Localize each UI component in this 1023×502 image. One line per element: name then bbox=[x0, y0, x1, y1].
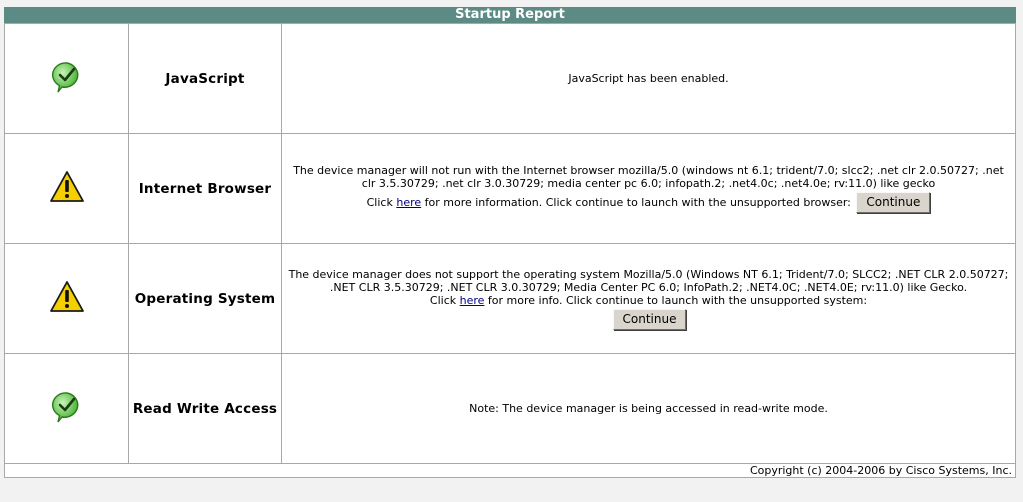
report-row-operating-system: Operating System The device manager does… bbox=[4, 243, 1016, 354]
row-message: The device manager does not support the … bbox=[288, 267, 1009, 294]
row-message: Note: The device manager is being access… bbox=[281, 353, 1016, 464]
warning-icon bbox=[49, 170, 85, 208]
click-prefix: Click bbox=[366, 196, 397, 209]
row-message: The device manager will not run with the… bbox=[293, 164, 1004, 190]
check-icon bbox=[50, 60, 84, 98]
row-name: Internet Browser bbox=[128, 133, 282, 244]
row-name: JavaScript bbox=[128, 23, 282, 134]
row-name: Read Write Access bbox=[128, 353, 282, 464]
click-suffix: for more information. Click continue to … bbox=[421, 196, 851, 209]
continue-button[interactable]: Continue bbox=[612, 308, 687, 330]
continue-button[interactable]: Continue bbox=[856, 192, 931, 213]
warning-icon bbox=[49, 280, 85, 318]
startup-report: Startup Report JavaScript JavaScript has… bbox=[4, 7, 1016, 478]
copyright-footer: Copyright (c) 2004-2006 by Cisco Systems… bbox=[4, 463, 1016, 478]
report-title: Startup Report bbox=[4, 7, 1016, 23]
row-message: JavaScript has been enabled. bbox=[281, 23, 1016, 134]
report-table: JavaScript JavaScript has been enabled. … bbox=[4, 23, 1016, 478]
report-row-read-write-access: Read Write Access Note: The device manag… bbox=[4, 353, 1016, 464]
report-row-internet-browser: Internet Browser The device manager will… bbox=[4, 133, 1016, 244]
here-link[interactable]: here bbox=[396, 196, 421, 209]
check-icon bbox=[50, 390, 84, 428]
click-suffix: for more info. Click continue to launch … bbox=[484, 293, 868, 307]
click-prefix: Click bbox=[429, 293, 460, 307]
footer-row: Copyright (c) 2004-2006 by Cisco Systems… bbox=[4, 463, 1016, 478]
row-name: Operating System bbox=[128, 243, 282, 354]
report-row-javascript: JavaScript JavaScript has been enabled. bbox=[4, 23, 1016, 134]
here-link[interactable]: here bbox=[460, 294, 485, 307]
